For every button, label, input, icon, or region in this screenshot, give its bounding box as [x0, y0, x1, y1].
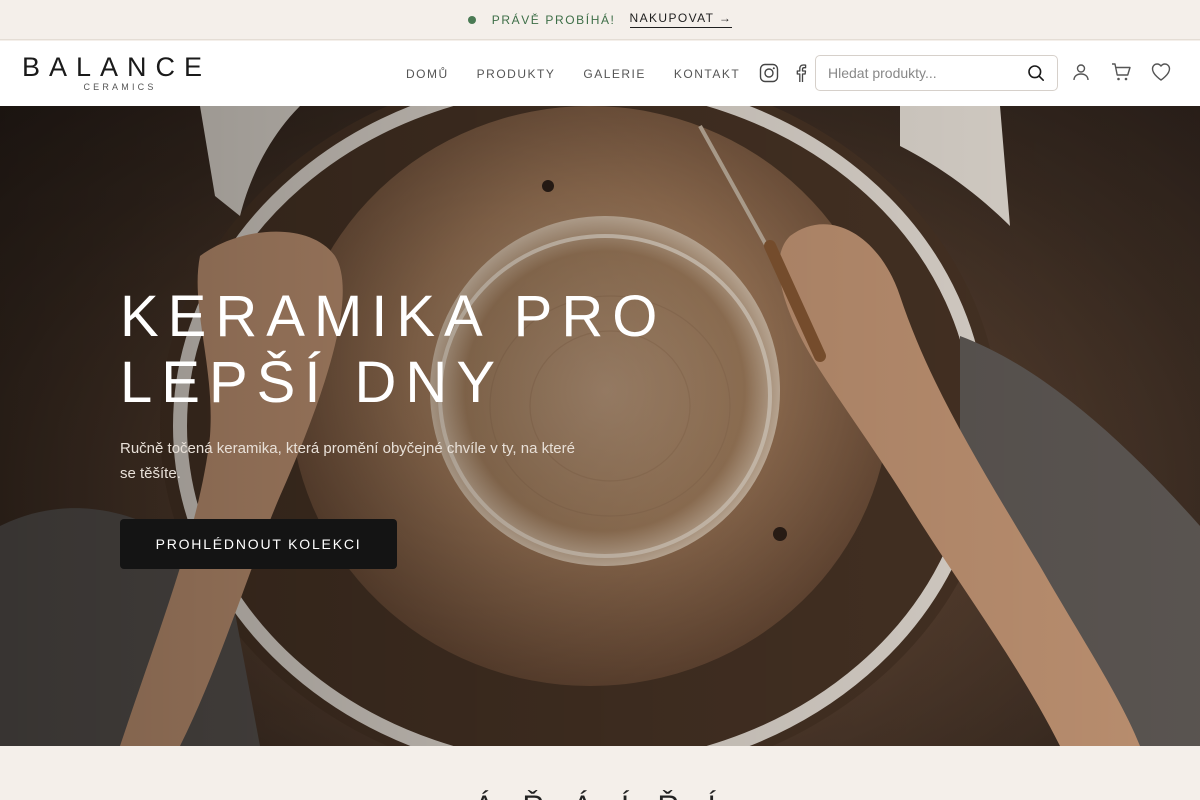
header-actions	[1070, 61, 1172, 83]
search-icon[interactable]	[1027, 64, 1045, 82]
main-nav: DOMŮ PRODUKTY GALERIE KONTAKT	[406, 41, 740, 106]
search-box	[815, 55, 1058, 91]
logo[interactable]: BALANCE CERAMICS	[22, 52, 212, 93]
social-links	[758, 62, 812, 84]
site-header: BALANCE CERAMICS DOMŮ PRODUKTY GALERIE K…	[0, 41, 1200, 106]
nav-item-products[interactable]: PRODUKTY	[477, 67, 556, 81]
next-section: Á Ř Á Í Ř Í	[0, 746, 1200, 800]
hero-title-line-1: KERAMIKA PRO	[120, 284, 667, 349]
search-input[interactable]	[816, 56, 1006, 90]
browse-collection-button[interactable]: PROHLÉDNOUT KOLEKCI	[120, 519, 397, 569]
nav-item-gallery[interactable]: GALERIE	[583, 67, 646, 81]
live-indicator-dot	[467, 15, 476, 24]
nav-item-contact[interactable]: KONTAKT	[674, 67, 740, 81]
hero-banner: KERAMIKA PRO LEPŠÍ DNY Ručně točená kera…	[0, 106, 1200, 746]
announcement-text: PRÁVĚ PROBÍHÁ!	[491, 12, 616, 27]
instagram-icon[interactable]	[758, 62, 780, 84]
account-icon[interactable]	[1070, 61, 1092, 83]
next-section-title: Á Ř Á Í Ř Í	[300, 790, 900, 800]
nav-item-home[interactable]: DOMŮ	[406, 67, 449, 81]
logo-subtitle: CERAMICS	[83, 82, 157, 92]
logo-wordmark: BALANCE	[22, 52, 212, 82]
cart-icon[interactable]	[1110, 61, 1132, 83]
facebook-icon[interactable]	[790, 62, 812, 84]
shop-now-link[interactable]: NAKUPOVAT →	[629, 11, 733, 28]
hero-title-line-2: LEPŠÍ DNY	[120, 350, 504, 415]
hero-overlay	[0, 106, 1200, 746]
hero-title: KERAMIKA PRO LEPŠÍ DNY	[120, 284, 820, 416]
announcement-bar: PRÁVĚ PROBÍHÁ! NAKUPOVAT →	[0, 0, 1200, 40]
hero-subtitle: Ručně točená keramika, která promění oby…	[120, 440, 575, 482]
wishlist-heart-icon[interactable]	[1150, 61, 1172, 83]
